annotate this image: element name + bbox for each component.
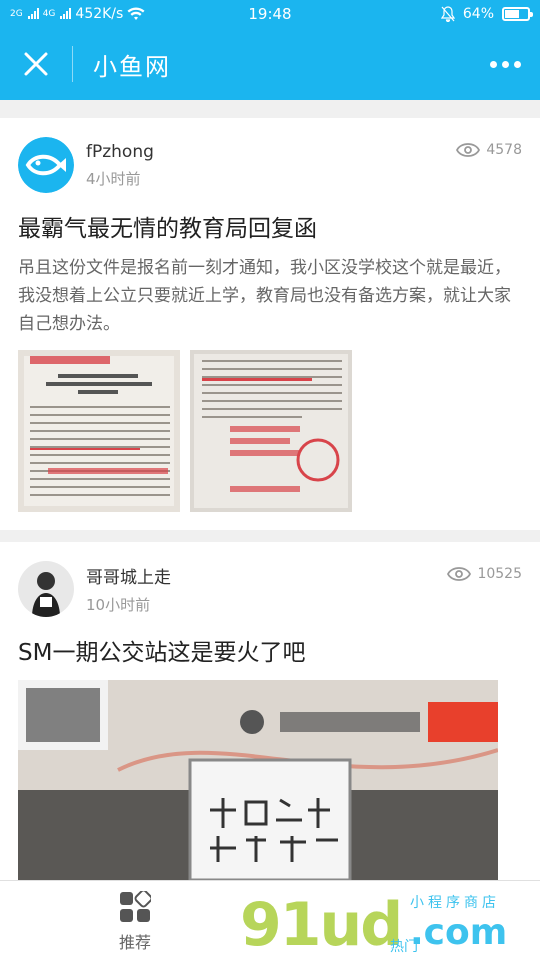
tab-recommend[interactable]: 推荐 xyxy=(100,891,170,953)
author-block: fPzhong 4小时前 xyxy=(86,142,154,189)
document-photo-image xyxy=(190,350,352,512)
watermark-subtitle: 小程序商店 xyxy=(410,895,500,911)
watermark-main: 91ud xyxy=(240,890,403,960)
post-image-bus-stop[interactable] xyxy=(18,680,498,880)
view-count: 10525 xyxy=(447,566,522,582)
avatar[interactable] xyxy=(18,561,74,617)
feed-list: fPzhong 4小时前 4578 最霸气最无情的教育局回复函 吊且这份文件是报… xyxy=(0,118,540,910)
header-divider xyxy=(72,46,73,82)
post-header: 哥哥城上走 10小时前 10525 xyxy=(18,556,522,622)
status-bar: 2G 4G 452K/s 19:48 64% xyxy=(0,0,540,28)
bus-stop-photo-image xyxy=(18,680,498,880)
more-dots-button[interactable] xyxy=(470,28,540,100)
view-count-value: 10525 xyxy=(477,566,522,582)
post-title[interactable]: 最霸气最无情的教育局回复函 xyxy=(18,214,522,244)
battery-icon xyxy=(502,7,533,21)
post-images xyxy=(18,350,522,512)
post-image-document[interactable] xyxy=(18,350,180,512)
grid-apps-icon xyxy=(120,891,151,922)
view-count: 4578 xyxy=(456,142,522,158)
fish-logo-icon xyxy=(18,137,74,193)
close-button[interactable] xyxy=(0,28,72,100)
author-name[interactable]: 哥哥城上走 xyxy=(86,563,171,588)
watermark-com: .com xyxy=(410,912,508,953)
app-screen: 2G 4G 452K/s 19:48 64% 小鱼网 fPzhong 4小时前 … xyxy=(0,0,540,960)
battery-fill xyxy=(505,10,519,18)
avatar[interactable] xyxy=(18,137,74,193)
post-header: fPzhong 4小时前 4578 xyxy=(18,132,522,198)
tab-recommend-label: 推荐 xyxy=(118,933,151,952)
eye-icon xyxy=(447,567,472,581)
more-dot-icon xyxy=(489,60,497,68)
app-header: 小鱼网 xyxy=(0,28,540,100)
post-title[interactable]: SM一期公交站这是要火了吧 xyxy=(18,638,522,668)
author-block: 哥哥城上走 10小时前 xyxy=(86,563,171,615)
post-card[interactable]: fPzhong 4小时前 4578 最霸气最无情的教育局回复函 吊且这份文件是报… xyxy=(0,118,540,530)
post-time: 10小时前 xyxy=(86,596,151,614)
site-watermark: 91ud 小程序商店 热门 .com xyxy=(240,890,540,960)
post-description[interactable]: 吊且这份文件是报名前一刻才通知，我小区没学校这个就是最近，我没想着上公立只要就近… xyxy=(18,254,522,338)
view-count-value: 4578 xyxy=(486,142,522,158)
more-dot-icon xyxy=(501,60,509,68)
status-time: 19:48 xyxy=(248,5,292,23)
post-image-document[interactable] xyxy=(190,350,352,512)
close-icon xyxy=(24,52,48,76)
author-name[interactable]: fPzhong xyxy=(86,142,154,162)
page-title: 小鱼网 xyxy=(93,52,171,81)
more-dot-icon xyxy=(513,60,521,68)
post-card[interactable]: 哥哥城上走 10小时前 10525 SM一期公交站这是要火了吧 xyxy=(0,542,540,898)
post-time: 4小时前 xyxy=(86,169,141,188)
eye-icon xyxy=(456,143,481,157)
user-photo-image xyxy=(18,561,74,617)
document-photo-image xyxy=(18,350,180,512)
